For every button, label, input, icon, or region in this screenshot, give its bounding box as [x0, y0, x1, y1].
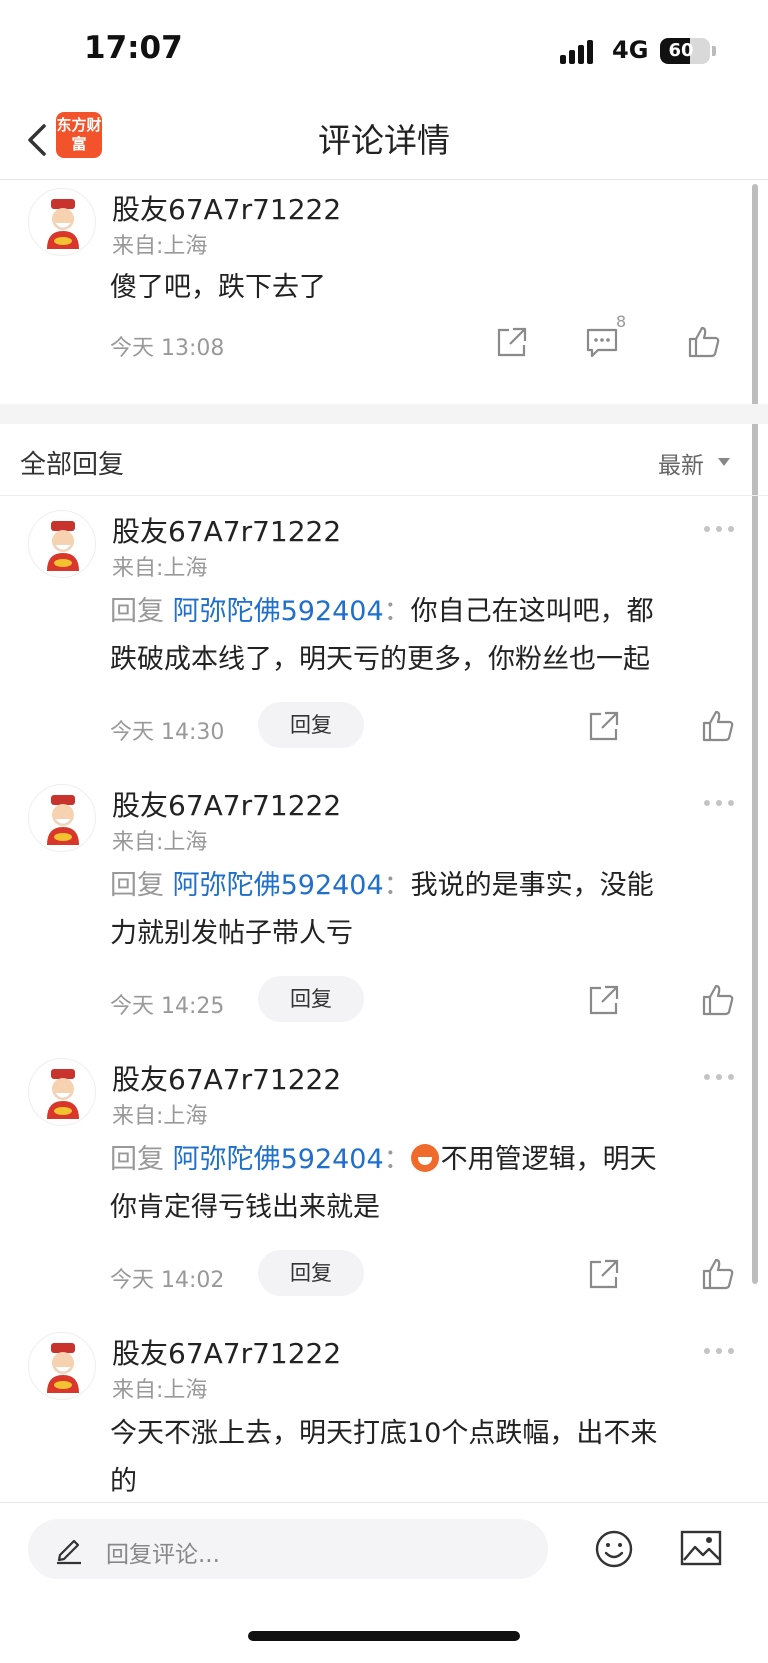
- battery-cap: [712, 46, 716, 56]
- reply-item: 股友67A7r71222 来自:上海 今天不涨上去，明天打底10个点跌幅，出不来…: [0, 1312, 768, 1502]
- main-comment: 股友67A7r71222 来自:上海 傻了吧，跌下去了 今天 13:08 8: [0, 180, 768, 404]
- battery-icon: 60: [660, 38, 710, 64]
- bottom-bar: 回复评论...: [0, 1502, 768, 1663]
- reply-line-2: 跌破成本线了，明天亏的更多，你粉丝也一起: [110, 644, 650, 675]
- caishen-avatar-icon: [47, 521, 79, 571]
- share-icon[interactable]: [586, 982, 622, 1018]
- reply-time: 今天 14:25: [110, 994, 225, 1019]
- image-icon[interactable]: [680, 1529, 722, 1567]
- reply-line-1: 今天不涨上去，明天打底10个点跌幅，出不来: [110, 1418, 658, 1449]
- reply-colon: ：: [383, 1144, 411, 1175]
- username[interactable]: 股友67A7r71222: [112, 1058, 341, 1098]
- section-header: 全部回复 最新: [0, 424, 768, 496]
- reply-colon: ：: [383, 596, 411, 627]
- reply-button[interactable]: 回复: [258, 702, 364, 748]
- reply-target-link[interactable]: 阿弥陀佛592404: [173, 870, 384, 901]
- more-icon[interactable]: [704, 1348, 736, 1356]
- reply-button[interactable]: 回复: [258, 1250, 364, 1296]
- page-title: 评论详情: [318, 121, 450, 160]
- avatar[interactable]: [28, 188, 96, 256]
- share-icon[interactable]: [494, 324, 530, 360]
- avatar[interactable]: [28, 1058, 96, 1126]
- reply-line-2: 的: [110, 1466, 137, 1497]
- status-time: 17:07: [84, 30, 183, 66]
- signal-icon: [560, 38, 600, 64]
- reply-line-2: 力就别发帖子带人亏: [110, 918, 353, 949]
- thumbs-up-icon[interactable]: [700, 708, 736, 744]
- share-icon[interactable]: [586, 1256, 622, 1292]
- reply-time: 今天 14:02: [110, 1268, 225, 1293]
- sort-dropdown[interactable]: 最新: [658, 446, 704, 480]
- location: 来自:上海: [112, 234, 208, 259]
- comment-count: 8: [616, 312, 627, 331]
- reply-prefix: 回复: [110, 1144, 164, 1175]
- nav-bar: 东方财富 评论详情: [0, 100, 768, 180]
- caishen-avatar-icon: [47, 1069, 79, 1119]
- location: 来自:上海: [112, 1378, 208, 1403]
- reply-input-placeholder: 回复评论...: [106, 1542, 220, 1568]
- laughing-emoji-icon: [410, 1144, 439, 1172]
- avatar[interactable]: [28, 1332, 96, 1400]
- avatar[interactable]: [28, 784, 96, 852]
- reply-colon: ：: [383, 870, 411, 901]
- comment-icon[interactable]: [584, 324, 620, 360]
- reply-prefix: 回复: [110, 870, 164, 901]
- section-divider: [0, 404, 768, 424]
- comment-text: 傻了吧，跌下去了: [110, 272, 326, 303]
- location: 来自:上海: [112, 556, 208, 581]
- reply-line-1: 你自己在这叫吧，都: [410, 596, 654, 627]
- more-icon[interactable]: [704, 526, 736, 534]
- caishen-avatar-icon: [47, 199, 79, 249]
- reply-target-link[interactable]: 阿弥陀佛592404: [173, 596, 384, 627]
- reply-item: 股友67A7r71222 来自:上海 回复 阿弥陀佛592404： 不用管逻辑，明…: [0, 1040, 768, 1312]
- emoji-icon[interactable]: [594, 1529, 634, 1569]
- reply-item: 股友67A7r71222 来自:上海 回复 阿弥陀佛592404：我说的是事实，…: [0, 768, 768, 1040]
- share-icon[interactable]: [586, 708, 622, 744]
- reply-line-2: 你肯定得亏钱出来就是: [110, 1192, 380, 1223]
- section-title: 全部回复: [20, 450, 125, 480]
- reply-prefix: 回复: [110, 596, 164, 627]
- pen-icon: [57, 1539, 81, 1565]
- chevron-down-icon[interactable]: [718, 458, 730, 466]
- status-bar: 17:07 4G 60: [0, 0, 768, 100]
- username[interactable]: 股友67A7r71222: [112, 510, 341, 550]
- comment-time: 今天 13:08: [110, 336, 225, 361]
- reply-text: 回复 阿弥陀佛592404：你自己在这叫吧，都: [110, 588, 654, 636]
- network-type: 4G: [612, 36, 649, 64]
- username[interactable]: 股友67A7r71222: [112, 188, 341, 228]
- more-icon[interactable]: [704, 800, 736, 808]
- thumbs-up-icon[interactable]: [686, 324, 722, 360]
- reply-text: 回复 阿弥陀佛592404： 不用管逻辑，明天: [110, 1136, 657, 1184]
- more-icon[interactable]: [704, 1074, 736, 1082]
- username[interactable]: 股友67A7r71222: [112, 1332, 341, 1372]
- reply-time: 今天 14:30: [110, 720, 225, 745]
- reply-line-1: 我说的是事实，没能: [410, 870, 654, 901]
- location: 来自:上海: [112, 830, 208, 855]
- reply-button[interactable]: 回复: [258, 976, 364, 1022]
- thumbs-up-icon[interactable]: [700, 982, 736, 1018]
- reply-text: 回复 阿弥陀佛592404：我说的是事实，没能: [110, 862, 654, 910]
- reply-item: 股友67A7r71222 来自:上海 回复 阿弥陀佛592404：你自己在这叫吧…: [0, 496, 768, 768]
- battery-level: 60: [668, 40, 694, 61]
- caishen-avatar-icon: [47, 795, 79, 845]
- home-indicator[interactable]: [248, 1631, 520, 1641]
- thumbs-up-icon[interactable]: [700, 1256, 736, 1292]
- reply-input[interactable]: 回复评论...: [28, 1519, 548, 1579]
- avatar[interactable]: [28, 510, 96, 578]
- username[interactable]: 股友67A7r71222: [112, 784, 341, 824]
- caishen-avatar-icon: [47, 1343, 79, 1393]
- reply-line-1: 不用管逻辑，明天: [440, 1144, 657, 1175]
- location: 来自:上海: [112, 1104, 208, 1129]
- reply-target-link[interactable]: 阿弥陀佛592404: [173, 1144, 384, 1175]
